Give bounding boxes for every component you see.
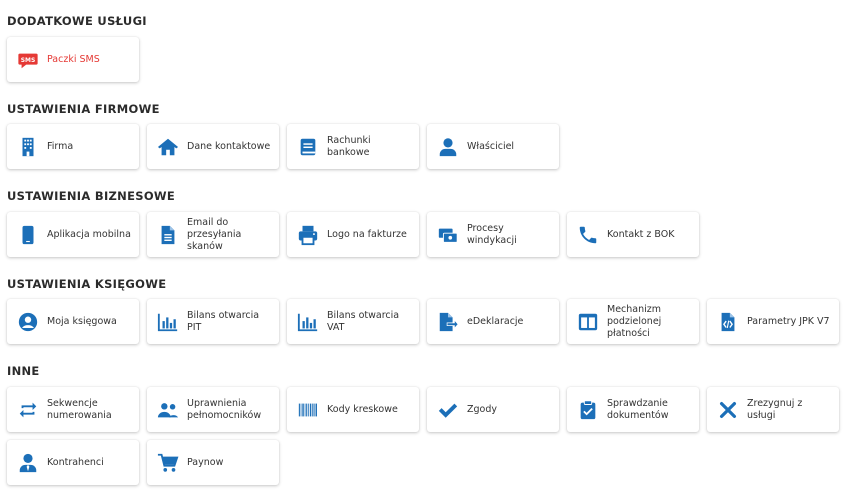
tile-label: Email do przesyłania skanów [187,216,242,252]
tile-label: Paynow [187,456,224,468]
tile-kontrahenci[interactable]: Kontrahenci [7,440,139,485]
tile-label: Kody kreskowe [327,403,398,415]
tile-bilans-otwarcia-pit[interactable]: Bilans otwarcia PIT [147,299,279,344]
tile-sekwencje-numerowania[interactable]: Sekwencje numerowania [7,387,139,432]
file-text-icon [157,224,179,246]
tile-label: Firma [47,140,74,152]
tile-bilans-otwarcia-vat[interactable]: Bilans otwarcia VAT [287,299,419,344]
shopping-cart-icon [157,452,179,474]
section-title-inne: INNE [7,364,40,378]
tile-label: Aplikacja mobilna [47,228,131,240]
bar-chart-icon [157,311,179,333]
tile-label: Dane kontaktowe [187,140,271,152]
users-icon [157,399,179,421]
mobile-icon [17,224,39,246]
tile-label: Kontrahenci [47,456,104,468]
tile-label: Moja księgowa [47,315,117,327]
tile-label: Zgody [467,403,498,415]
building-icon [17,136,39,158]
home-icon [157,136,179,158]
money-transfer-icon [437,224,459,246]
tile-kontakt-z-bok[interactable]: Kontakt z BOK [567,212,699,257]
section-title-ustawienia-firmowe: USTAWIENIA FIRMOWE [7,102,160,116]
tile-label: Właściciel [467,140,515,152]
tile-label: Bilans otwarcia VAT [327,309,400,333]
phone-icon [577,224,599,246]
tile-dane-kontaktowe[interactable]: Dane kontaktowe [147,124,279,169]
tile-zgody[interactable]: Zgody [427,387,559,432]
tile-label: Zrezygnuj z usługi [747,397,803,421]
tile-label: Kontakt z BOK [607,228,675,240]
tile-label: Parametry JPK V7 [747,315,830,327]
sms-icon: SMS [17,49,39,71]
tile-edeklaracje[interactable]: eDeklaracje [427,299,559,344]
svg-text:SMS: SMS [21,56,35,63]
tile-mechanizm-podzielonej-platnosci[interactable]: Mechanizm podzielonej płatności [567,299,699,344]
user-tie-icon [17,452,39,474]
columns-icon [577,311,599,333]
tile-uprawnienia-pelnomocnikow[interactable]: Uprawnienia pełnomocników [147,387,279,432]
tile-kody-kreskowe[interactable]: Kody kreskowe [287,387,419,432]
tile-moja-ksiegowa[interactable]: Moja księgowa [7,299,139,344]
clipboard-check-icon [577,399,599,421]
bar-chart-icon [297,311,319,333]
check-icon [437,399,459,421]
tile-label: Procesy windykacji [467,222,517,246]
file-export-icon [437,311,459,333]
tile-label: Mechanizm podzielonej płatności [607,303,662,339]
close-icon [717,399,739,421]
tile-label: Rachunki bankowe [327,134,371,158]
tile-parametry-jpk-v7[interactable]: Parametry JPK V7 [707,299,839,344]
barcode-icon [297,399,319,421]
tile-zrezygnuj-z-uslugi[interactable]: Zrezygnuj z usługi [707,387,839,432]
tile-rachunki-bankowe[interactable]: Rachunki bankowe [287,124,419,169]
tile-aplikacja-mobilna[interactable]: Aplikacja mobilna [7,212,139,257]
tile-label: Sekwencje numerowania [47,397,112,421]
book-icon [297,136,319,158]
section-title-ustawienia-ksiegowe: USTAWIENIA KSIĘGOWE [7,277,167,291]
tile-email-skanow[interactable]: Email do przesyłania skanów [147,212,279,257]
tile-paczki-sms[interactable]: SMS Paczki SMS [7,37,139,82]
tile-label: Uprawnienia pełnomocników [187,397,262,421]
user-icon [437,136,459,158]
tile-label: Logo na fakturze [327,228,407,240]
section-title-ustawienia-biznesowe: USTAWIENIA BIZNESOWE [7,189,176,203]
tile-sprawdzanie-dokumentow[interactable]: Sprawdzanie dokumentów [567,387,699,432]
tile-label: Sprawdzanie dokumentów [607,397,669,421]
tile-procesy-windykacji[interactable]: Procesy windykacji [427,212,559,257]
user-circle-icon [17,311,39,333]
tile-label: Bilans otwarcia PIT [187,309,260,333]
printer-icon [297,224,319,246]
section-title-dodatkowe-uslugi: DODATKOWE USŁUGI [7,14,147,28]
tile-wlasciciel[interactable]: Właściciel [427,124,559,169]
tile-label: Paczki SMS [47,53,100,65]
file-code-icon [717,311,739,333]
retweet-icon [17,399,39,421]
tile-label: eDeklaracje [467,315,524,327]
tile-firma[interactable]: Firma [7,124,139,169]
tile-paynow[interactable]: Paynow [147,440,279,485]
tile-logo-na-fakturze[interactable]: Logo na fakturze [287,212,419,257]
